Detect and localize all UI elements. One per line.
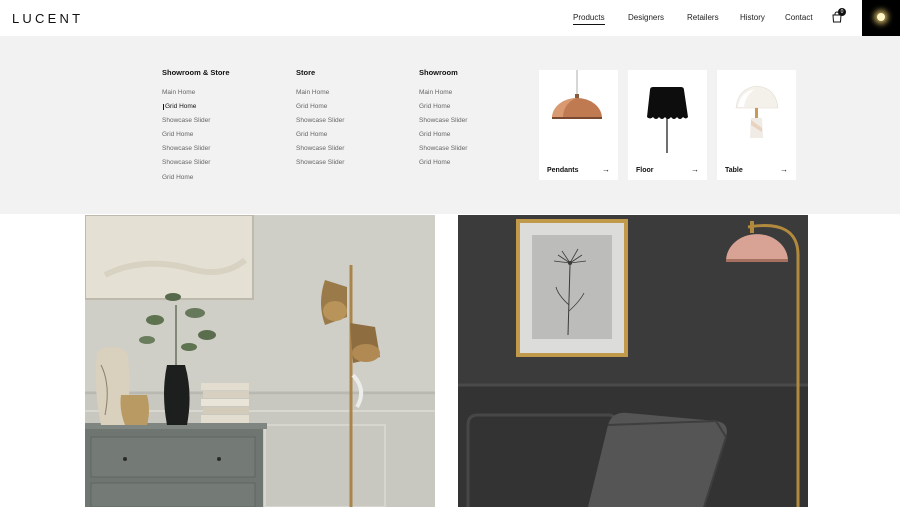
menu-link[interactable]: Showcase Slider	[419, 117, 467, 124]
menu-link[interactable]: Main Home	[296, 89, 329, 96]
arrow-right-icon: →	[602, 165, 610, 174]
nav-item-products[interactable]: Products	[573, 0, 605, 36]
menu-link[interactable]: Grid Home	[419, 103, 450, 110]
menu-link[interactable]: Grid Home	[162, 131, 193, 138]
nav-item-history[interactable]: History	[740, 0, 765, 36]
arrow-right-icon: →	[691, 165, 699, 174]
floor-lamp-icon	[647, 87, 688, 153]
menu-column-title: Showroom & Store	[162, 68, 230, 77]
menu-link[interactable]: Showcase Slider	[296, 159, 344, 166]
menu-link[interactable]: Showcase Slider	[162, 145, 210, 152]
pendant-lamp-icon	[552, 70, 602, 119]
nav-item-retailers[interactable]: Retailers	[687, 0, 719, 36]
nav-item-contact[interactable]: Contact	[785, 0, 813, 36]
products-mega-menu: Showroom & Store Main Home Grid Home Sho…	[0, 36, 900, 214]
menu-link[interactable]: Grid Home	[162, 174, 193, 181]
category-label: Table	[725, 167, 743, 174]
nav-item-designers[interactable]: Designers	[628, 0, 664, 36]
arrow-right-icon: →	[780, 165, 788, 174]
category-card-floor[interactable]: Floor →	[628, 70, 707, 180]
menu-link[interactable]: Showcase Slider	[419, 145, 467, 152]
category-card-pendants[interactable]: Pendants →	[539, 70, 618, 180]
brand-logo[interactable]: LUCENT	[12, 11, 83, 26]
menu-link-current[interactable]: Grid Home	[162, 103, 196, 110]
glowing-light-icon	[877, 13, 885, 21]
menu-link[interactable]: Showcase Slider	[162, 159, 210, 166]
living-room-photo[interactable]	[85, 215, 435, 507]
category-label: Pendants	[547, 167, 579, 174]
menu-link[interactable]: Showcase Slider	[296, 145, 344, 152]
dark-mode-toggle[interactable]	[862, 0, 900, 36]
menu-column-title: Store	[296, 68, 316, 77]
menu-column-title: Showroom	[419, 68, 458, 77]
menu-link[interactable]: Grid Home	[419, 159, 450, 166]
dark-room-photo[interactable]	[458, 215, 808, 507]
category-card-table[interactable]: Table →	[717, 70, 796, 180]
menu-link[interactable]: Grid Home	[296, 103, 327, 110]
category-label: Floor	[636, 167, 654, 174]
table-lamp-icon	[735, 85, 779, 138]
menu-link[interactable]: Grid Home	[296, 131, 327, 138]
site-header: LUCENT Products Designers Retailers Hist…	[0, 0, 900, 36]
menu-link[interactable]: Main Home	[419, 89, 452, 96]
menu-link[interactable]: Main Home	[162, 89, 195, 96]
menu-link[interactable]: Showcase Slider	[296, 117, 344, 124]
menu-link[interactable]: Grid Home	[419, 131, 450, 138]
cart-count-badge: 0	[838, 8, 846, 16]
menu-link[interactable]: Showcase Slider	[162, 117, 210, 124]
